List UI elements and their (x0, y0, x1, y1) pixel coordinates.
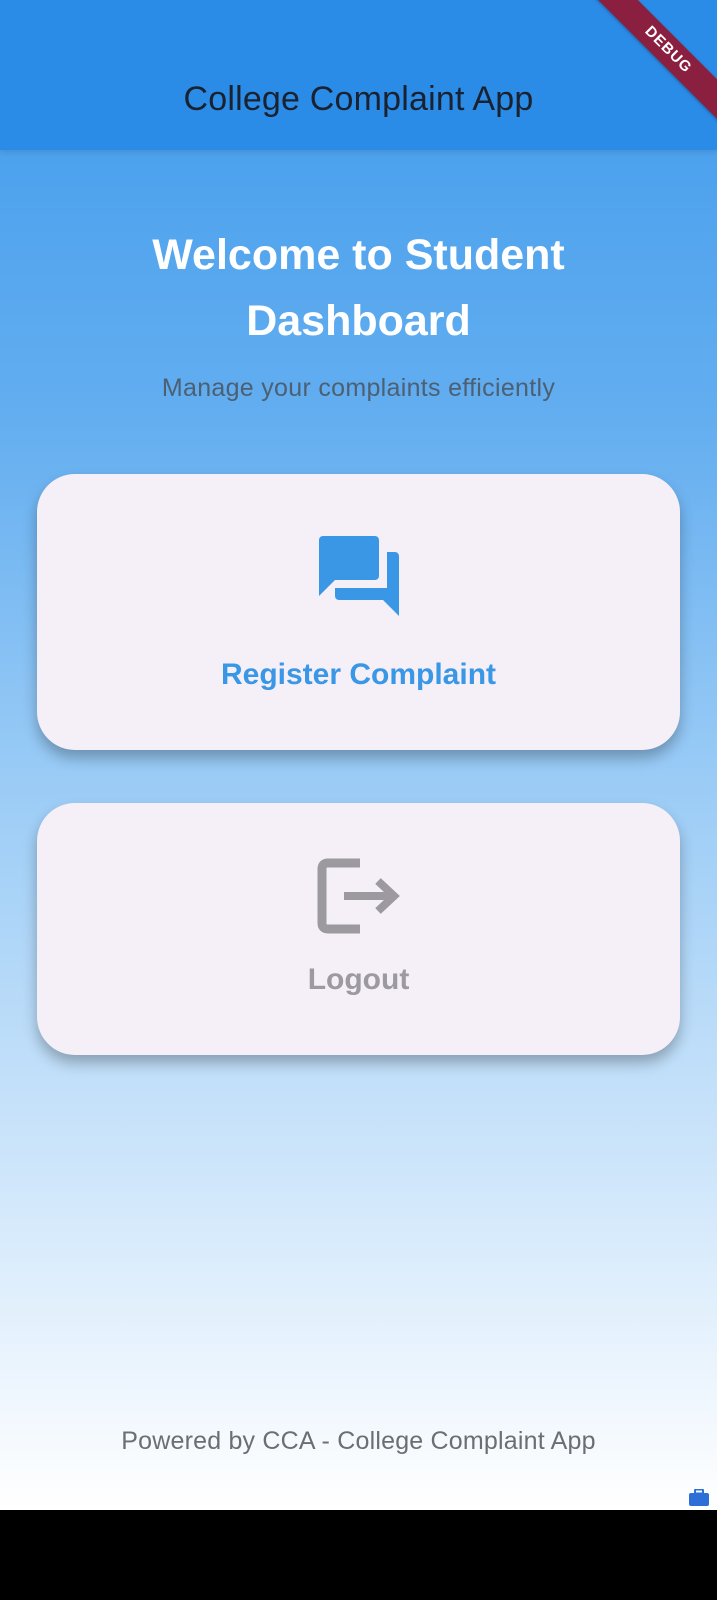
welcome-heading: Welcome to Student Dashboard (152, 231, 565, 345)
student-dashboard-screen: College Complaint App DEBUG Welcome to S… (0, 0, 717, 1510)
app-title: College Complaint App (183, 80, 534, 118)
logout-label: Logout (307, 963, 410, 996)
forum-icon (318, 536, 399, 616)
logout-card[interactable]: Logout (37, 803, 680, 1055)
app-bar: College Complaint App (0, 0, 717, 150)
system-navigation-bar (0, 1510, 717, 1600)
footer-text: Powered by CCA - College Complaint App (121, 1427, 596, 1455)
logout-icon (317, 858, 400, 934)
welcome-subtitle: Manage your complaints efficiently (161, 374, 556, 402)
register-complaint-label: Register Complaint (220, 658, 497, 691)
register-complaint-card[interactable]: Register Complaint (37, 474, 680, 750)
briefcase-icon (689, 1489, 709, 1506)
